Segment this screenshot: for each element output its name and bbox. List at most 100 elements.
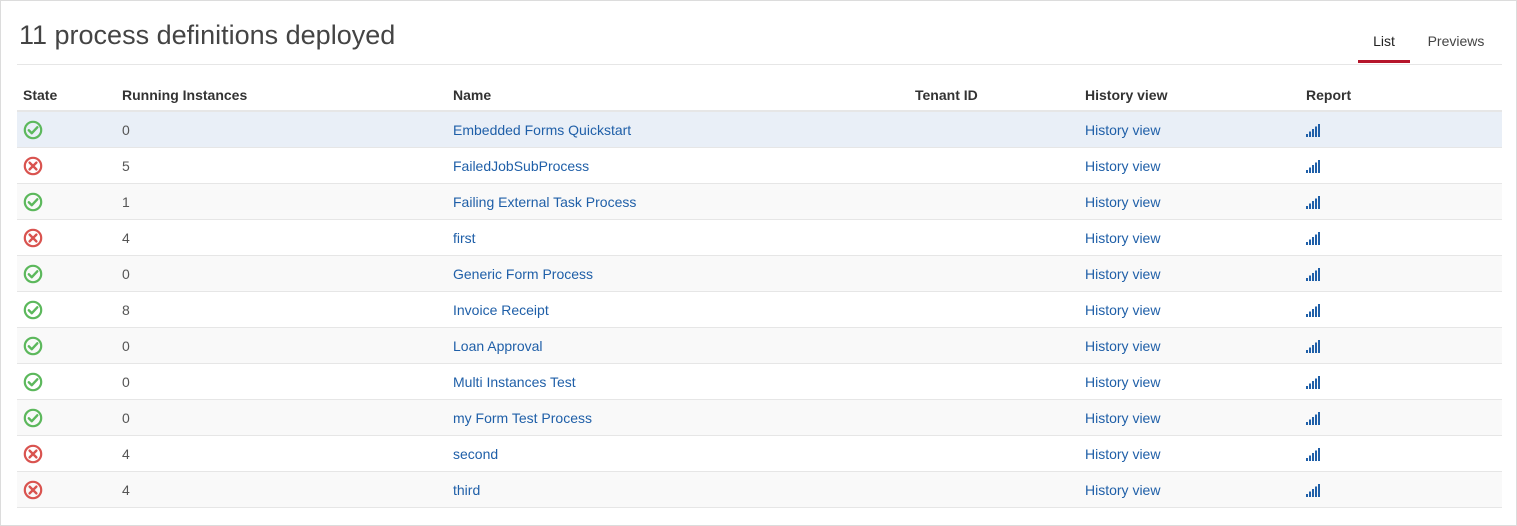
history-view-cell: History view	[1079, 471, 1300, 508]
column-header-state[interactable]: State	[17, 79, 116, 112]
state-cell	[17, 435, 116, 472]
bar-chart-icon[interactable]	[1306, 124, 1320, 138]
bar-chart-icon[interactable]	[1306, 412, 1320, 426]
check-circle-icon	[23, 264, 43, 284]
running-instances-cell: 1	[116, 183, 447, 220]
name-cell: Embedded Forms Quickstart	[447, 111, 909, 148]
history-view-cell: History view	[1079, 399, 1300, 436]
running-instances-cell: 0	[116, 327, 447, 364]
bar-chart-icon[interactable]	[1306, 232, 1320, 246]
state-cell	[17, 111, 116, 148]
history-view-link[interactable]: History view	[1085, 266, 1160, 282]
report-cell	[1300, 327, 1502, 364]
history-view-cell: History view	[1079, 435, 1300, 472]
history-view-cell: History view	[1079, 147, 1300, 184]
panel-header: 11 process definitions deployed List Pre…	[17, 1, 1502, 65]
name-cell: third	[447, 471, 909, 508]
page-title: 11 process definitions deployed	[19, 20, 396, 50]
history-view-link[interactable]: History view	[1085, 122, 1160, 138]
running-instances-cell: 5	[116, 147, 447, 184]
process-definition-link[interactable]: second	[453, 446, 498, 462]
process-definition-link[interactable]: first	[453, 230, 476, 246]
process-definition-link[interactable]: Loan Approval	[453, 338, 543, 354]
column-header-name[interactable]: Name	[447, 79, 909, 112]
name-cell: my Form Test Process	[447, 399, 909, 436]
bar-chart-icon[interactable]	[1306, 376, 1320, 390]
report-cell	[1300, 291, 1502, 328]
running-instances-cell: 0	[116, 255, 447, 292]
report-cell	[1300, 183, 1502, 220]
bar-chart-icon[interactable]	[1306, 484, 1320, 498]
bar-chart-icon[interactable]	[1306, 304, 1320, 318]
process-definition-link[interactable]: Multi Instances Test	[453, 374, 576, 390]
table-row: 0 my Form Test Process History view	[17, 399, 1502, 436]
table-row: 0 Multi Instances Test History view	[17, 363, 1502, 400]
tab-list[interactable]: List	[1358, 1, 1410, 63]
check-circle-icon	[23, 408, 43, 428]
column-header-tenant-id[interactable]: Tenant ID	[909, 79, 1079, 112]
history-view-cell: History view	[1079, 291, 1300, 328]
state-cell	[17, 399, 116, 436]
error-circle-icon	[23, 156, 43, 176]
tenant-id-cell	[909, 399, 1079, 436]
tenant-id-cell	[909, 363, 1079, 400]
running-instances-cell: 4	[116, 219, 447, 256]
state-cell	[17, 147, 116, 184]
tab-previews[interactable]: Previews	[1410, 1, 1502, 61]
history-view-cell: History view	[1079, 183, 1300, 220]
process-definition-link[interactable]: Generic Form Process	[453, 266, 593, 282]
name-cell: Generic Form Process	[447, 255, 909, 292]
table-row: 0 Generic Form Process History view	[17, 255, 1502, 292]
running-instances-cell: 0	[116, 111, 447, 148]
history-view-link[interactable]: History view	[1085, 446, 1160, 462]
state-cell	[17, 183, 116, 220]
history-view-link[interactable]: History view	[1085, 158, 1160, 174]
check-circle-icon	[23, 300, 43, 320]
table-row: 8 Invoice Receipt History view	[17, 291, 1502, 328]
table-header-row: State Running Instances Name Tenant ID H…	[17, 79, 1502, 112]
check-circle-icon	[23, 120, 43, 140]
bar-chart-icon[interactable]	[1306, 196, 1320, 210]
history-view-link[interactable]: History view	[1085, 194, 1160, 210]
report-cell	[1300, 255, 1502, 292]
running-instances-cell: 0	[116, 399, 447, 436]
table-body: 0 Embedded Forms Quickstart History view 5 F…	[17, 111, 1502, 508]
history-view-link[interactable]: History view	[1085, 410, 1160, 426]
history-view-cell: History view	[1079, 111, 1300, 148]
process-definition-link[interactable]: Failing External Task Process	[453, 194, 636, 210]
bar-chart-icon[interactable]	[1306, 448, 1320, 462]
bar-chart-icon[interactable]	[1306, 268, 1320, 282]
bar-chart-icon[interactable]	[1306, 160, 1320, 174]
process-definition-link[interactable]: my Form Test Process	[453, 410, 592, 426]
tenant-id-cell	[909, 183, 1079, 220]
name-cell: FailedJobSubProcess	[447, 147, 909, 184]
history-view-link[interactable]: History view	[1085, 230, 1160, 246]
state-cell	[17, 219, 116, 256]
process-definition-link[interactable]: third	[453, 482, 480, 498]
state-cell	[17, 291, 116, 328]
table-row: 0 Loan Approval History view	[17, 327, 1502, 364]
bar-chart-icon[interactable]	[1306, 340, 1320, 354]
error-circle-icon	[23, 480, 43, 500]
report-cell	[1300, 147, 1502, 184]
history-view-link[interactable]: History view	[1085, 482, 1160, 498]
running-instances-cell: 0	[116, 363, 447, 400]
history-view-link[interactable]: History view	[1085, 302, 1160, 318]
error-circle-icon	[23, 228, 43, 248]
column-header-running-instances[interactable]: Running Instances	[116, 79, 447, 112]
report-cell	[1300, 399, 1502, 436]
process-definition-link[interactable]: Invoice Receipt	[453, 302, 549, 318]
process-definition-link[interactable]: FailedJobSubProcess	[453, 158, 589, 174]
history-view-link[interactable]: History view	[1085, 374, 1160, 390]
state-cell	[17, 327, 116, 364]
column-header-history-view: History view	[1079, 79, 1300, 112]
history-view-link[interactable]: History view	[1085, 338, 1160, 354]
error-circle-icon	[23, 444, 43, 464]
check-circle-icon	[23, 372, 43, 392]
report-cell	[1300, 471, 1502, 508]
process-definition-link[interactable]: Embedded Forms Quickstart	[453, 122, 631, 138]
table-row: 5 FailedJobSubProcess History view	[17, 147, 1502, 184]
tenant-id-cell	[909, 435, 1079, 472]
running-instances-cell: 8	[116, 291, 447, 328]
name-cell: Loan Approval	[447, 327, 909, 364]
